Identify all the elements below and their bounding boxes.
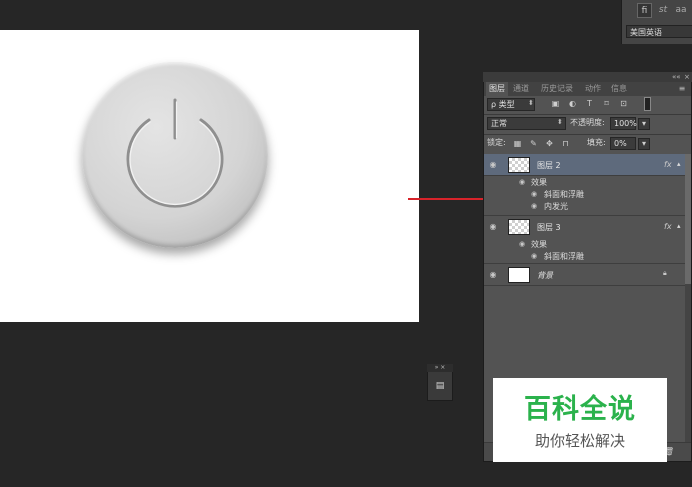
effects-label: 效果 xyxy=(531,178,547,187)
close-panel-button[interactable]: × xyxy=(684,72,690,82)
effect-eye-icon[interactable]: ◉ xyxy=(531,252,537,260)
expand-effects-icon[interactable]: ▴ xyxy=(677,160,681,168)
fill-slider-toggle[interactable]: ▾ xyxy=(638,138,650,150)
paragraph-panel-icon[interactable]: ▤ xyxy=(432,379,448,393)
effect-name: 斜面和浮雕 xyxy=(544,252,584,261)
effects-eye-icon[interactable]: ◉ xyxy=(519,240,525,248)
scrollbar-thumb[interactable] xyxy=(685,154,691,284)
lock-position-move-icon[interactable]: ✥ xyxy=(545,139,554,148)
panel-title-bar: «« × xyxy=(483,72,692,82)
effect-row-bevel-emboss[interactable]: ◉ 斜面和浮雕 xyxy=(484,250,685,264)
lock-image-brush-icon[interactable]: ✎ xyxy=(529,139,538,148)
watermark: 百科全说 助你轻松解决 xyxy=(493,378,667,462)
effects-label: 效果 xyxy=(531,240,547,249)
tab-history[interactable]: 历史记录 xyxy=(538,82,576,96)
opacity-slider-toggle[interactable]: ▾ xyxy=(638,118,650,130)
effects-row[interactable]: ◉ 效果 xyxy=(484,176,685,188)
lock-icon: 🔒︎ xyxy=(663,269,667,277)
language-select[interactable]: 美国英语 xyxy=(626,25,692,38)
divider xyxy=(484,134,691,135)
filter-shape-icon[interactable]: ⌑ xyxy=(602,99,611,108)
lock-all-padlock-icon[interactable]: ⊓ xyxy=(561,139,570,148)
tab-info[interactable]: 信息 xyxy=(608,82,630,96)
effects-eye-icon[interactable]: ◉ xyxy=(519,178,525,186)
filter-adjustment-icon[interactable]: ◐ xyxy=(568,99,577,108)
blend-mode-select[interactable]: 正常 xyxy=(487,117,566,130)
discretionary-ligature-button[interactable]: st xyxy=(656,3,670,17)
effect-name: 内发光 xyxy=(544,202,568,211)
layer-thumbnail xyxy=(508,267,530,283)
power-button-artwork xyxy=(82,62,268,248)
watermark-title: 百科全说 xyxy=(524,394,636,425)
effect-row-bevel-emboss[interactable]: ◉ 斜面和浮雕 xyxy=(484,188,685,200)
fill-input[interactable]: 0% xyxy=(610,137,636,150)
layer-thumbnail xyxy=(508,219,530,235)
effect-name: 斜面和浮雕 xyxy=(544,190,584,199)
ligature-button[interactable]: fi xyxy=(637,3,652,18)
swash-button[interactable]: aa xyxy=(674,3,688,17)
watermark-subtitle: 助你轻松解决 xyxy=(534,432,625,450)
layers-scrollbar[interactable] xyxy=(685,154,691,442)
tab-layers[interactable]: 图层 xyxy=(486,82,508,96)
visibility-eye-icon[interactable]: ◉ xyxy=(488,270,498,279)
tab-channels[interactable]: 通道 xyxy=(510,82,532,96)
effect-eye-icon[interactable]: ◉ xyxy=(531,190,537,198)
layer-row-background[interactable]: ◉ 背景 🔒︎ xyxy=(484,264,685,286)
blend-dropdown-icon: ⬍ xyxy=(557,118,563,126)
filter-smart-object-icon[interactable]: ⊡ xyxy=(619,99,628,108)
fx-badge[interactable]: fx xyxy=(664,160,672,169)
tab-actions[interactable]: 动作 xyxy=(582,82,604,96)
fx-badge[interactable]: fx xyxy=(664,222,672,231)
filter-toggle-switch[interactable] xyxy=(644,97,651,111)
layer-thumbnail xyxy=(508,157,530,173)
lock-label: 锁定: xyxy=(487,138,506,147)
filter-type-icon[interactable]: T xyxy=(585,99,594,108)
lock-transparent-icon[interactable]: ▦ xyxy=(513,139,522,148)
visibility-eye-icon[interactable]: ◉ xyxy=(488,222,498,231)
divider xyxy=(484,114,691,115)
layer-name[interactable]: 图层 2 xyxy=(537,160,561,171)
panel-menu-icon[interactable]: ≡ xyxy=(673,82,691,96)
fill-label: 填充: xyxy=(587,138,606,147)
power-symbol-icon xyxy=(126,98,224,208)
collapse-panel-button[interactable]: «« xyxy=(672,72,681,82)
collapsed-panel-title-bar[interactable]: » × xyxy=(427,364,453,372)
filter-dropdown-icon: ⬍ xyxy=(528,99,534,107)
layer-row-layer3[interactable]: ◉ 图层 3 fx ▴ xyxy=(484,216,685,238)
effect-row-inner-glow[interactable]: ◉ 内发光 xyxy=(484,200,685,216)
layer-name[interactable]: 背景 xyxy=(537,270,553,281)
effects-row[interactable]: ◉ 效果 xyxy=(484,238,685,250)
layer-row-layer2[interactable]: ◉ 图层 2 fx ▴ xyxy=(484,154,685,176)
effect-eye-icon[interactable]: ◉ xyxy=(531,202,537,210)
expand-effects-icon[interactable]: ▴ xyxy=(677,222,681,230)
layer-name[interactable]: 图层 3 xyxy=(537,222,561,233)
opacity-label: 不透明度: xyxy=(570,118,605,127)
panel-tab-row: 图层 通道 历史记录 动作 信息 ≡ xyxy=(484,82,691,96)
opacity-input[interactable]: 100% xyxy=(610,117,637,130)
visibility-eye-icon[interactable]: ◉ xyxy=(488,160,498,169)
filter-pixel-icon[interactable]: ▣ xyxy=(551,99,560,108)
